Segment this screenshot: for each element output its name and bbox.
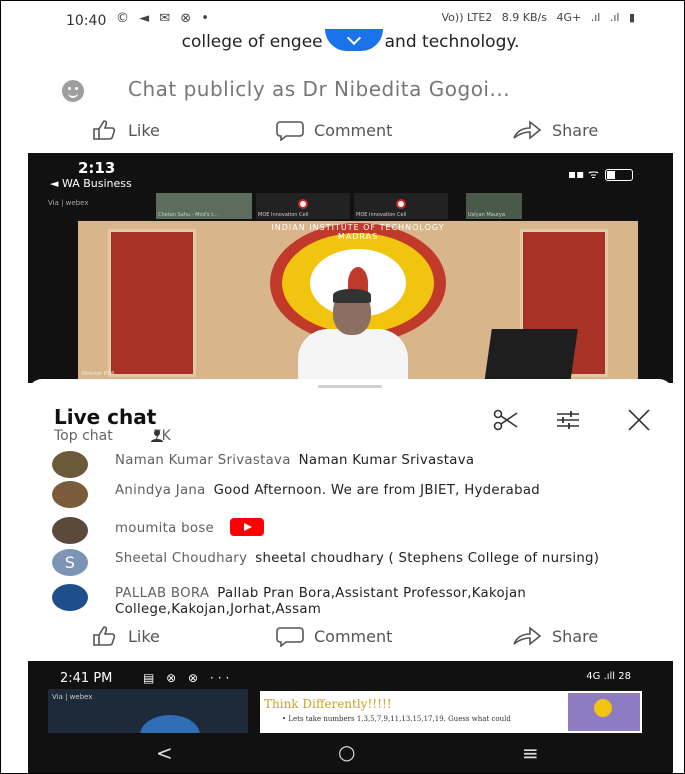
youtube-badge-icon [230,518,265,536]
signal-icon-2: .ıl [609,11,620,24]
message-author[interactable]: Sheetal Choudhary [115,551,247,566]
close-chat-button[interactable] [627,409,651,435]
participant-thumb: Chetan Sahu - Mod's t... [156,193,252,219]
video-stage: INDIAN INSTITUTE OF TECHNOLOGY MADRAS Di… [78,221,638,383]
sliders-icon [557,411,579,429]
screenshot-frame: 10:40 © ◄ ✉ ⊗ • Vo)) LTE2 8.9 KB/s 4G+ .… [0,0,685,774]
participant-thumb: MOE Innovation Cell [354,193,448,219]
comment-icon [276,121,304,141]
share-icon [513,120,542,140]
chat-placeholder: Chat publicly as Dr Nibedita Gogoi... [128,77,511,101]
speed-indicator: 8.9 KB/s [501,11,547,24]
filter-button[interactable] [555,409,581,435]
top-chat-label: Top chat [54,428,113,444]
comment-icon [276,627,304,647]
scissors-icon [493,409,518,431]
participant-thumb: Uslyan Maurya [466,193,522,219]
like-button[interactable]: Like [92,625,160,647]
video2-network: 4G .ıll 28 [586,671,631,682]
share-button[interactable]: Share [512,625,598,647]
phone-screen: 10:40 © ◄ ✉ ⊗ • Vo)) LTE2 8.9 KB/s 4G+ .… [28,1,673,773]
video-status-icons: ▪▪ ᯤ [568,165,633,182]
clip-button[interactable] [493,409,519,435]
post-title-right: and technology. [384,32,520,52]
message-author[interactable]: PALLAB BORA [115,586,209,601]
live-chat-title: Live chat [54,405,157,429]
viewers-icon [151,430,163,442]
webex-video-tile: Via | webex [48,689,248,755]
notification-icons: © ◄ ✉ ⊗ • [116,11,212,26]
like-label: Like [128,626,160,646]
post-actions: Like Comment Share [28,109,673,149]
post-title-left: college of engee [181,32,323,52]
volte-icon: Vo)) LTE2 [441,11,493,24]
avatar[interactable]: S [52,549,88,576]
speaker [298,289,408,383]
avatar[interactable] [52,584,88,611]
webex-logo: Via | webex [48,199,89,207]
crest-text: INDIAN INSTITUTE OF TECHNOLOGY MADRAS [271,223,445,241]
comment-label: Comment [314,626,393,646]
video2-time: 2:41 PM [60,671,113,686]
post-title: college of engee and technology. [28,29,673,57]
drag-handle[interactable] [318,385,382,388]
like-button[interactable]: Like [92,119,160,141]
participant-thumb: MOE Innovation Cell [256,193,350,219]
live-chat-panel: Live chat Top chat 7K Naman Kumar Srivas… [28,379,673,619]
avatar[interactable] [52,481,88,508]
video2-status-icons: ▤ ⊗ ⊗ ··· [143,671,234,685]
avatar[interactable] [52,517,88,544]
webex-logo: Via | webex [52,693,93,701]
like-label: Like [128,120,160,140]
comment-button[interactable]: Comment [276,119,392,141]
avatar-icon [396,199,406,209]
battery-icon: ▮ [628,11,635,24]
slide-title: Think Differently!!!!! [264,697,392,711]
message-text: Naman Kumar Srivastava [298,453,475,468]
avatar[interactable] [52,451,88,478]
public-chat-input[interactable]: Chat publicly as Dr Nibedita Gogoi... [28,63,673,113]
backdrop-panel [108,229,196,377]
collapse-overlay-icon[interactable] [324,29,383,51]
video-player[interactable]: 2:13 ◄ WA Business ▪▪ ᯤ Via | webex Chet… [28,153,673,383]
presentation-slide: Think Differently!!!!! • Lets take numbe… [260,691,642,735]
network-status: Vo)) LTE2 8.9 KB/s 4G+ .ıl .ıl ▮ [436,11,635,24]
share-label: Share [552,120,599,140]
participant-thumbnails: Chetan Sahu - Mod's t... MOE Innovation … [156,193,556,219]
nav-recents-button[interactable]: ≡ [522,741,539,765]
nav-back-button[interactable]: < [156,741,173,765]
top-chat-selector[interactable]: Top chat 7K [54,428,171,444]
comment-button[interactable]: Comment [276,625,392,647]
system-nav-bar: < ○ ≡ [28,733,673,773]
post-actions-2: Like Comment Share [28,615,673,655]
message-author[interactable]: Anindya Jana [115,483,206,498]
emoji-icon[interactable] [62,80,84,102]
message-text: sheetal choudhary ( Stephens College of … [255,551,600,566]
share-button[interactable]: Share [512,119,598,141]
video-overlay-time: 2:13 [78,159,116,177]
thumbs-up-icon [93,626,116,646]
message-author[interactable]: moumita bose [115,521,214,536]
battery-icon [605,168,633,181]
comment-label: Comment [314,120,393,140]
network-type: 4G+ [556,11,582,24]
back-to-app-link[interactable]: ◄ WA Business [50,177,132,190]
message-author[interactable]: Naman Kumar Srivastava [115,453,291,468]
nav-home-button[interactable]: ○ [338,740,355,764]
close-icon [628,409,650,431]
thumbs-up-icon [93,120,116,140]
avatar-icon [298,199,308,209]
presenter-thumbnail [568,693,640,731]
laptop [484,329,578,383]
share-label: Share [552,626,599,646]
slide-bullet: • Lets take numbers 1,3,5,7,9,11,13,15,1… [282,715,511,723]
message-text: Good Afternoon. We are from JBIET, Hyder… [213,483,541,498]
video-player-2[interactable]: 2:41 PM ▤ ⊗ ⊗ ··· 4G .ıll 28 Via | webex… [28,661,673,773]
status-time: 10:40 [66,13,107,29]
signal-icon: .ıl [590,11,601,24]
speaker-tag: Director IITM [82,371,114,377]
share-icon [513,626,542,646]
